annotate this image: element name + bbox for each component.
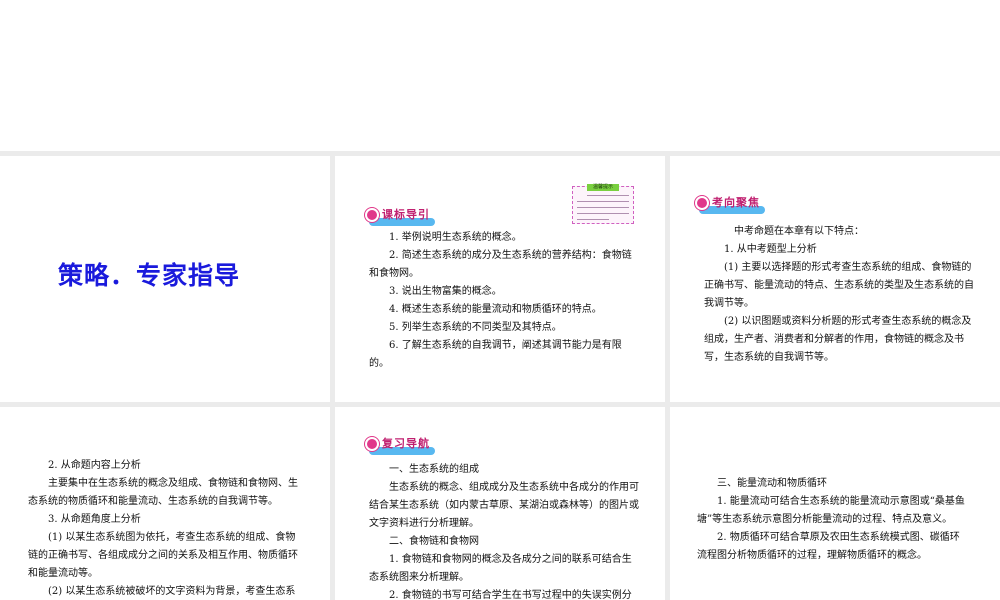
badge-circle-icon	[365, 437, 379, 451]
text-paragraph: 主要集中在生态系统的概念及组成、食物链和食物网、生态系统的物质循环和能量流动、生…	[28, 478, 298, 507]
slide-thumbnail-4[interactable]: 2. 从命题内容上分析 主要集中在生态系统的概念及组成、食物链和食物网、生态系统…	[0, 407, 330, 600]
text-paragraph: (1) 以某生态系统图为依托，考查生态系统的组成、食物链的正确书写、各组成成分之…	[28, 532, 298, 579]
decoration	[577, 207, 629, 208]
slide-title: 策略．专家指导	[58, 261, 241, 290]
text-paragraph: 二、食物链和食物网	[389, 536, 479, 547]
tip-note-title: 温馨提示	[587, 184, 619, 191]
slide-thumbnail-5[interactable]: 复习导航 一、生态系统的组成 生态系统的概念、组成成分及生态系统中各成分的作用可…	[335, 407, 665, 600]
slide-thumbnail-6[interactable]: 三、能量流动和物质循环 1. 能量流动可结合生态系统的能量流动示意图或“桑基鱼塘…	[670, 407, 1000, 600]
slide-body: 2. 从命题内容上分析 主要集中在生态系统的概念及组成、食物链和食物网、生态系统…	[28, 457, 298, 600]
text-paragraph: (2) 以识图题或资料分析题的形式考查生态系统的概念及组成，生产者、消费者和分解…	[704, 316, 972, 363]
text-paragraph: (2) 以某生态系统被破坏的文字资料为背景，考查生态系	[48, 586, 296, 597]
text-paragraph: 2. 物质循环可结合草原及农田生态系统模式图、碳循环流程图分析物质循环的过程，理…	[697, 532, 960, 561]
slide-thumbnail-1[interactable]: 策略．专家指导	[0, 156, 330, 402]
slide-body: 三、能量流动和物质循环 1. 能量流动可结合生态系统的能量流动示意图或“桑基鱼塘…	[697, 475, 967, 565]
decoration	[577, 219, 609, 220]
text-paragraph: 中考命题在本章有以下特点：	[734, 226, 864, 237]
badge-label: 复习导航	[382, 437, 430, 450]
badge-circle-icon	[695, 196, 709, 210]
text-paragraph: 3. 说出生物富集的概念。	[389, 286, 502, 297]
text-paragraph: 一、生态系统的组成	[389, 464, 479, 475]
tip-note: 温馨提示	[572, 184, 634, 224]
slide-body: 中考命题在本章有以下特点： 1. 从中考题型上分析 (1) 主要以选择题的形式考…	[704, 223, 974, 367]
decoration	[577, 201, 629, 202]
slide-thumbnail-2[interactable]: 课标导引 温馨提示 1. 举例说明生态系统的概念。 2. 简述生态系统的成分及生…	[335, 156, 665, 402]
text-paragraph: 1. 能量流动可结合生态系统的能量流动示意图或“桑基鱼塘”等生态系统示意图分析能…	[697, 496, 965, 525]
text-paragraph: 1. 食物链和食物网的概念及各成分之间的联系可结合生态系统图来分析理解。	[369, 554, 632, 583]
slide-thumbnail-3[interactable]: 考向聚焦 中考命题在本章有以下特点： 1. 从中考题型上分析 (1) 主要以选择…	[670, 156, 1000, 402]
slide-body: 1. 举例说明生态系统的概念。 2. 简述生态系统的成分及生态系统的营养结构：食…	[369, 229, 639, 373]
text-paragraph: 6. 了解生态系统的自我调节，阐述其调节能力是有限的。	[369, 340, 622, 369]
badge-circle-icon	[365, 208, 379, 222]
section-badge: 考向聚焦	[695, 194, 765, 214]
decoration	[587, 195, 629, 196]
text-paragraph: 1. 从中考题型上分析	[724, 244, 817, 255]
text-paragraph: 三、能量流动和物质循环	[717, 478, 827, 489]
slide-body: 一、生态系统的组成 生态系统的概念、组成成分及生态系统中各成分的作用可结合某生态…	[369, 461, 639, 600]
text-paragraph: 5. 列举生态系统的不同类型及其特点。	[389, 322, 562, 333]
badge-label: 课标导引	[382, 208, 430, 221]
text-paragraph: 2. 食物链的书写可结合学生在书写过程中的失误实例分	[389, 590, 632, 600]
top-blank-area	[0, 0, 1000, 151]
text-paragraph: 2. 从命题内容上分析	[48, 460, 141, 471]
text-paragraph: 生态系统的概念、组成成分及生态系统中各成分的作用可结合某生态系统（如内蒙古草原、…	[369, 482, 639, 529]
text-paragraph: 3. 从命题角度上分析	[48, 514, 141, 525]
text-paragraph: 1. 举例说明生态系统的概念。	[389, 232, 522, 243]
badge-label: 考向聚焦	[712, 196, 760, 209]
text-paragraph: 2. 简述生态系统的成分及生态系统的营养结构：食物链和食物网。	[369, 250, 632, 279]
section-badge: 复习导航	[365, 435, 435, 455]
text-paragraph: 4. 概述生态系统的能量流动和物质循环的特点。	[389, 304, 602, 315]
section-badge: 课标导引	[365, 206, 435, 226]
text-paragraph: (1) 主要以选择题的形式考查生态系统的组成、食物链的正确书写、能量流动的特点、…	[704, 262, 974, 309]
decoration	[577, 213, 629, 214]
